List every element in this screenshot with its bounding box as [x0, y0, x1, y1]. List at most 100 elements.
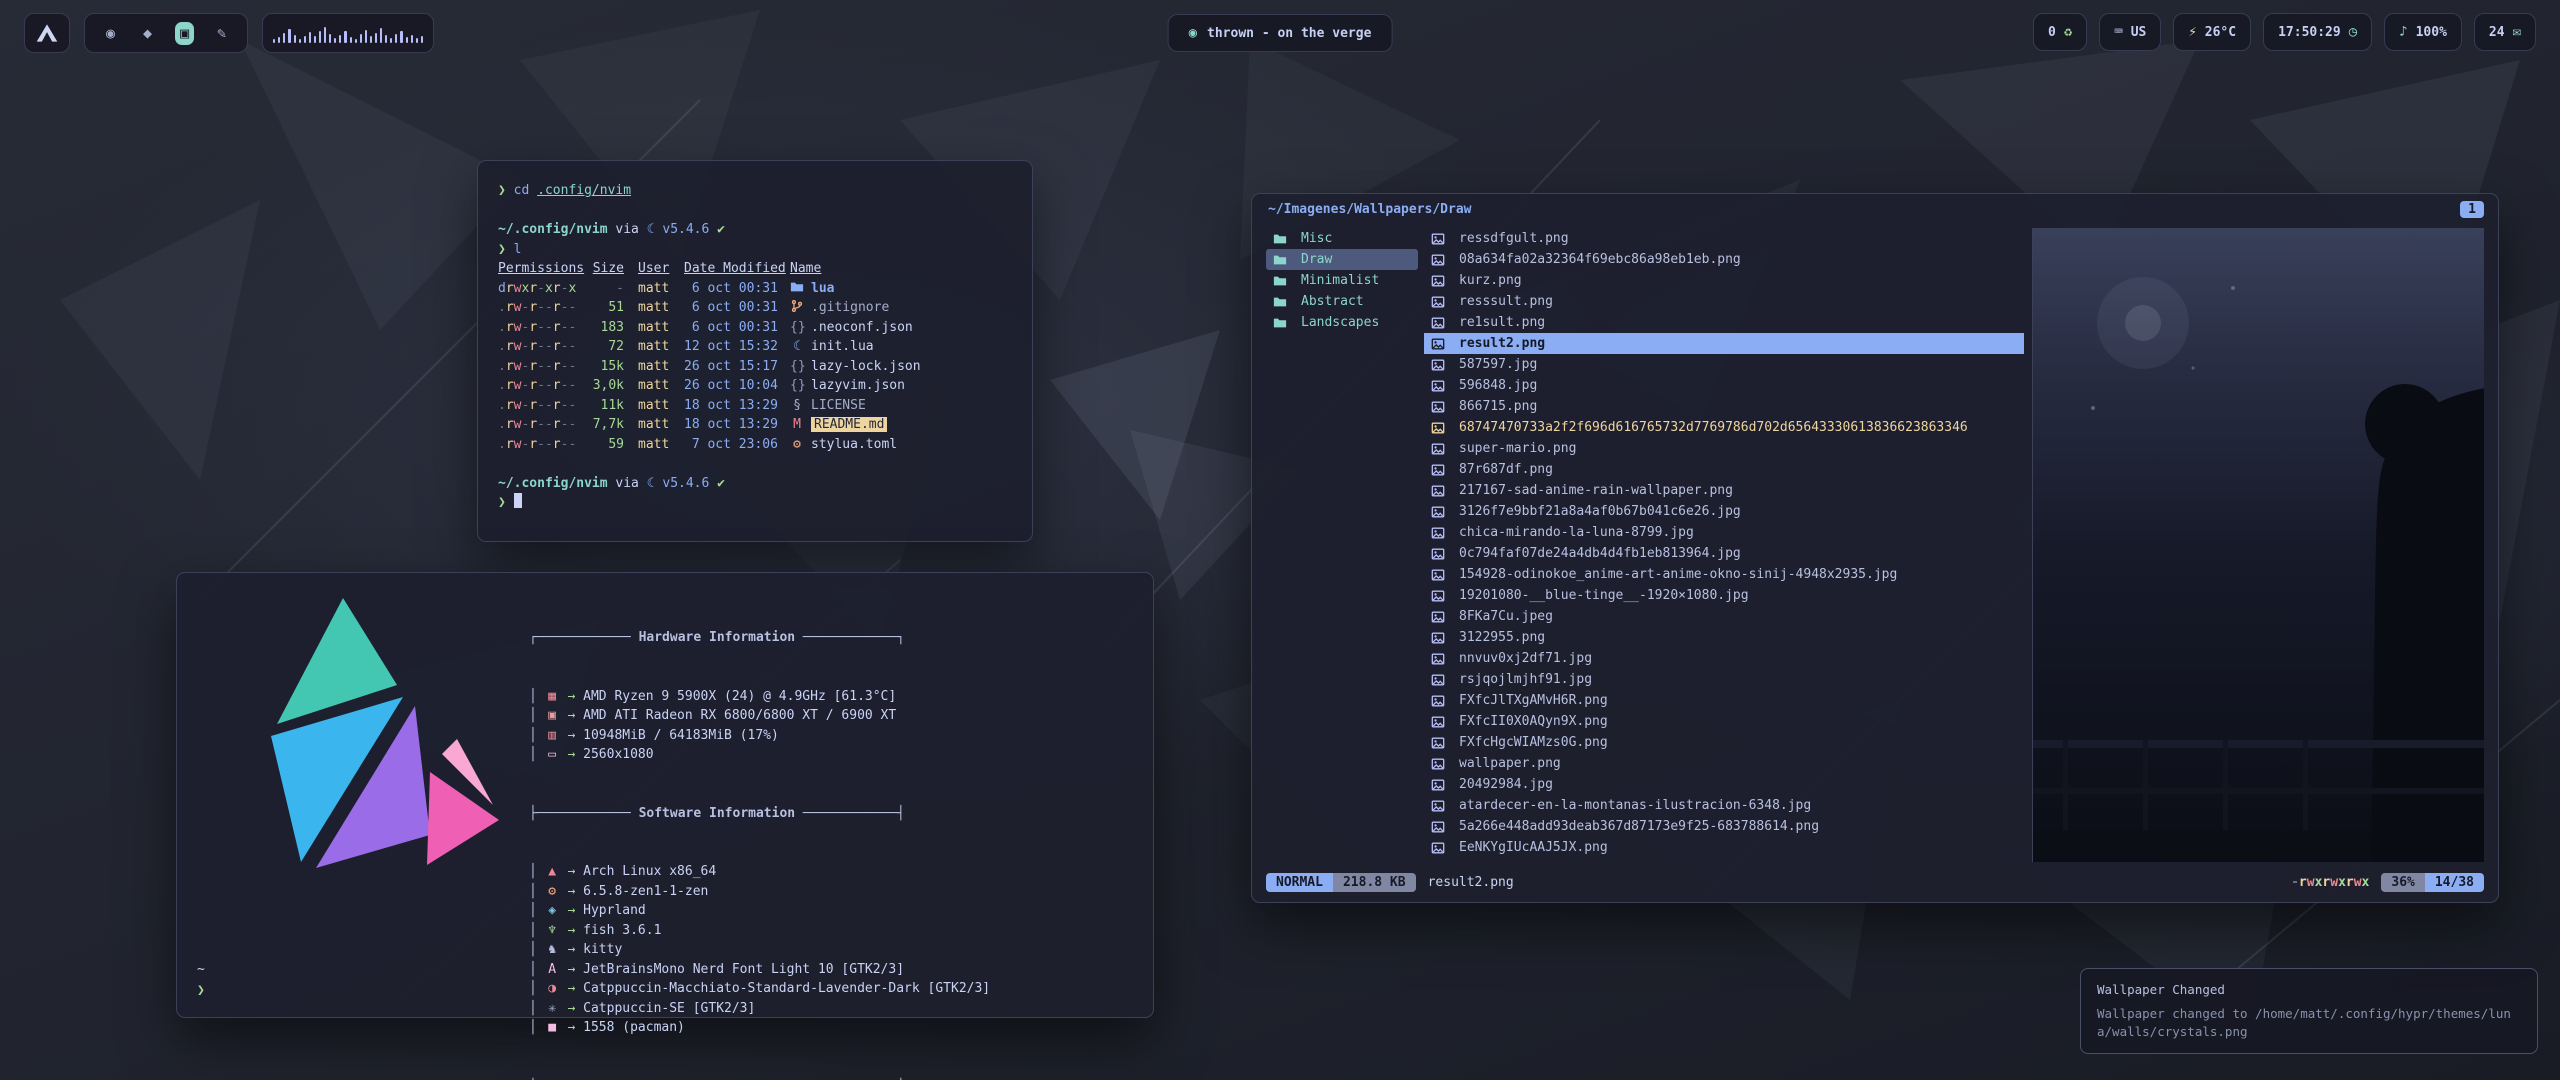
- graph-bar: [324, 27, 326, 43]
- shell-prompt-line[interactable]: ❯: [498, 493, 1012, 513]
- file-row[interactable]: nnvuv0xj2df71.jpg: [1424, 648, 2024, 669]
- image-file-icon: [1431, 274, 1445, 288]
- sidebar-folder-draw[interactable]: Draw: [1266, 249, 1418, 270]
- updates-count: 0: [2048, 25, 2056, 40]
- tab-badge[interactable]: 1: [2460, 201, 2484, 218]
- file-row[interactable]: 0c794faf07de24a4db4d4fb1eb813964.jpg: [1424, 543, 2024, 564]
- graph-bar: [411, 35, 413, 43]
- via-label: via: [615, 222, 638, 237]
- image-file-icon: [1431, 295, 1445, 309]
- fetch-shell-prompt[interactable]: ~ ❯: [197, 959, 205, 1001]
- system-fetch-window[interactable]: ┌──────────── Hardware Information ─────…: [176, 572, 1154, 1018]
- file-row[interactable]: 20492984.jpg: [1424, 774, 2024, 795]
- workspace-1[interactable]: ◉: [101, 22, 120, 45]
- notifications-module[interactable]: 24 ✉: [2474, 13, 2536, 51]
- sidebar-folder-abstract[interactable]: Abstract: [1266, 291, 1418, 312]
- notification-toast[interactable]: Wallpaper Changed Wallpaper changed to /…: [2080, 968, 2538, 1054]
- graph-bar: [365, 30, 367, 43]
- file-row[interactable]: 154928-odinokoe_anime-art-anime-okno-sin…: [1424, 564, 2024, 585]
- file-row[interactable]: resssult.png: [1424, 291, 2024, 312]
- file-row[interactable]: atardecer-en-la-montanas-ilustracion-634…: [1424, 795, 2024, 816]
- file-listing-row: drwxr-xr-x-matt 6 oct 00:31lua: [498, 279, 1012, 299]
- file-row[interactable]: kurz.png: [1424, 270, 2024, 291]
- file-row[interactable]: FXfcII0X0AQyn9X.png: [1424, 711, 2024, 732]
- sidebar-folder-landscapes[interactable]: Landscapes: [1266, 312, 1418, 333]
- clock-icon: ◷: [2349, 24, 2357, 40]
- image-file-icon: [1431, 694, 1445, 708]
- file-size-badge: 218.8 KB: [1333, 873, 1416, 892]
- prompt-symbol: ❯: [197, 980, 205, 1001]
- image-file-icon: [1431, 610, 1445, 624]
- file-row[interactable]: 3126f7e9bbf21a8a4af0b67b041c6e26.jpg: [1424, 501, 2024, 522]
- sidebar-folder-minimalist[interactable]: Minimalist: [1266, 270, 1418, 291]
- file-row[interactable]: 68747470733a2f2f696d616765732d7769786d70…: [1424, 417, 2024, 438]
- file-type-icon: §: [790, 396, 804, 416]
- image-file-icon: [1431, 421, 1445, 435]
- file-row[interactable]: 866715.png: [1424, 396, 2024, 417]
- file-row[interactable]: wallpaper.png: [1424, 753, 2024, 774]
- clock-module[interactable]: 17:50:29 ◷: [2263, 13, 2372, 51]
- file-row[interactable]: 08a634fa02a32364f69ebc86a98eb1eb.png: [1424, 249, 2024, 270]
- keyboard-layout-module[interactable]: ⌨ US: [2099, 13, 2161, 51]
- file-row[interactable]: FXfcJlTXgAMvH6R.png: [1424, 690, 2024, 711]
- volume-module[interactable]: ♪ 100%: [2384, 13, 2462, 51]
- graph-bar: [339, 35, 341, 43]
- volume-level: 100%: [2416, 25, 2447, 40]
- graph-bar: [278, 37, 280, 43]
- weather-module[interactable]: ⚡ 26°C: [2173, 13, 2251, 51]
- launcher-button[interactable]: [24, 13, 70, 53]
- file-row[interactable]: ressdfgult.png: [1424, 228, 2024, 249]
- fetch-info-line: │ ▦ → AMD Ryzen 9 5900X (24) @ 4.9GHz [6…: [529, 687, 990, 707]
- graph-bar: [319, 31, 321, 43]
- file-row[interactable]: 87r687df.png: [1424, 459, 2024, 480]
- workspace-4[interactable]: ✎: [212, 22, 231, 45]
- file-type-icon: {}: [790, 357, 804, 377]
- fetch-info-line: │ ▣ → AMD ATI Radeon RX 6800/6800 XT / 6…: [529, 706, 990, 726]
- file-row[interactable]: chica-mirando-la-luna-8799.jpg: [1424, 522, 2024, 543]
- fetch-info-line: │ ◈ → Hyprland: [529, 901, 990, 921]
- file-row[interactable]: EeNKYgIUcAAJ5JX.png: [1424, 837, 2024, 858]
- file-row[interactable]: 19201080-__blue-tinge__-1920×1080.jpg: [1424, 585, 2024, 606]
- image-file-icon: [1431, 673, 1445, 687]
- file-row[interactable]: 596848.jpg: [1424, 375, 2024, 396]
- shell-command-line: ❯ cd .config/nvim: [498, 181, 1012, 201]
- file-manager-window[interactable]: ~/Imagenes/Wallpapers/Draw 1 MiscDrawMin…: [1251, 193, 2499, 903]
- image-file-icon: [1431, 400, 1445, 414]
- sidebar-folder-misc[interactable]: Misc: [1266, 228, 1418, 249]
- notification-body: Wallpaper changed to /home/matt/.config/…: [2097, 1005, 2521, 1041]
- graph-bar: [309, 32, 311, 43]
- status-bar: NORMAL 218.8 KB result2.png -rwxrwxrwx 3…: [1266, 870, 2484, 894]
- workspace-3[interactable]: ▣: [175, 22, 194, 45]
- fetch-info-line: │ ◑ → Catppuccin-Macchiato-Standard-Lave…: [529, 979, 990, 999]
- file-row[interactable]: FXfcHgcWIAMzs0G.png: [1424, 732, 2024, 753]
- folder-icon: [1273, 274, 1287, 288]
- file-listing-row: .rw-r--r--15kmatt26 oct 15:17{}lazy-lock…: [498, 357, 1012, 377]
- graph-bar: [406, 37, 408, 43]
- scroll-percent-badge: 36%: [2381, 873, 2424, 892]
- file-row[interactable]: rsjqojlmjhf91.jpg: [1424, 669, 2024, 690]
- file-row[interactable]: 217167-sad-anime-rain-wallpaper.png: [1424, 480, 2024, 501]
- file-row[interactable]: 3122955.png: [1424, 627, 2024, 648]
- image-file-icon: [1431, 778, 1445, 792]
- active-window-title-pill[interactable]: ◉ thrown - on the verge: [1168, 14, 1393, 52]
- listing-rows: drwxr-xr-x-matt 6 oct 00:31lua .rw-r--r--…: [498, 279, 1012, 455]
- file-row[interactable]: result2.png: [1424, 333, 2024, 354]
- file-row[interactable]: super-mario.png: [1424, 438, 2024, 459]
- file-row[interactable]: 587597.jpg: [1424, 354, 2024, 375]
- workspace-2[interactable]: ◆: [138, 22, 157, 45]
- lua-icon: ☾: [647, 476, 655, 491]
- list-position-badge: 14/38: [2425, 873, 2484, 892]
- system-graph-widget[interactable]: [262, 13, 434, 53]
- file-type-icon: ☾: [790, 337, 804, 357]
- file-row[interactable]: re1sult.png: [1424, 312, 2024, 333]
- image-file-icon: [1431, 568, 1445, 582]
- weather-temp: 26°C: [2205, 25, 2236, 40]
- file-row[interactable]: 8FKa7Cu.jpeg: [1424, 606, 2024, 627]
- terminal-window-nvim-config[interactable]: ❯ cd .config/nvim ~/.config/nvim via ☾ v…: [477, 160, 1033, 542]
- file-manager-body: MiscDrawMinimalistAbstractLandscapes res…: [1266, 228, 2484, 862]
- updates-module[interactable]: 0 ♻: [2033, 13, 2087, 51]
- image-file-icon: [1431, 715, 1445, 729]
- image-file-icon: [1431, 631, 1445, 645]
- image-file-icon: [1431, 253, 1445, 267]
- file-row[interactable]: 5a266e448add93deab367d87173e9f25-6837886…: [1424, 816, 2024, 837]
